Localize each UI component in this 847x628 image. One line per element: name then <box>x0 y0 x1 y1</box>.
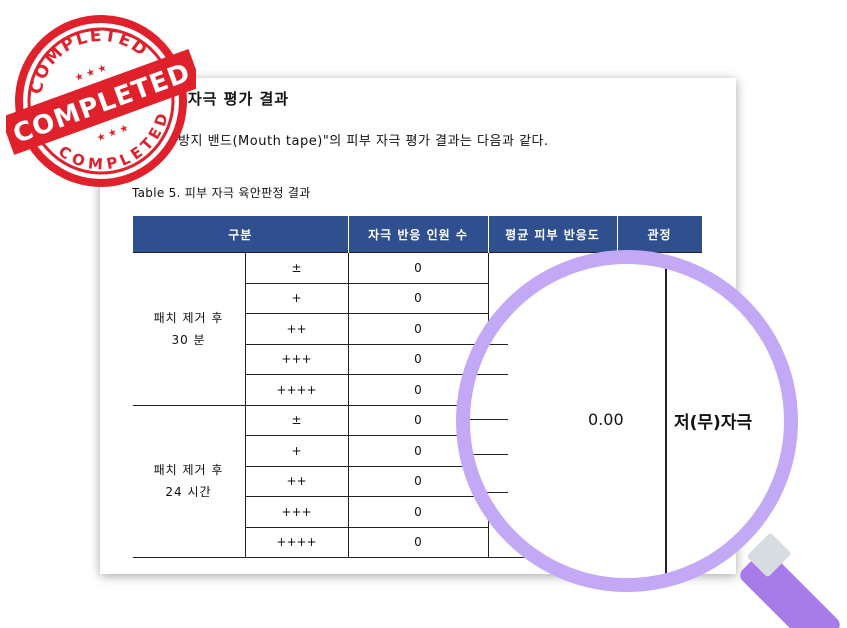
count-cell: 0 <box>347 435 489 467</box>
grade-cell: ± <box>244 252 349 284</box>
lens-row-line <box>468 492 508 493</box>
count-cell: 0 <box>347 374 489 406</box>
group-label-2: 패치 제거 후 24 시간 <box>132 404 246 558</box>
lens-row-line <box>468 454 508 455</box>
magnifier-handle <box>740 533 840 628</box>
header-mean: 평균 피부 반응도 <box>487 216 618 253</box>
header-judgement: 관정 <box>616 216 703 253</box>
count-cell: 0 <box>347 465 489 497</box>
header-category: 구분 <box>132 216 349 253</box>
count-cell: 0 <box>347 282 489 314</box>
count-cell: 0 <box>347 496 489 528</box>
lens-row-line <box>468 419 508 420</box>
grade-cell: +++ <box>244 343 349 375</box>
count-cell: 0 <box>347 404 489 436</box>
table-header-row: 구분 자극 반응 인원 수 평균 피부 반응도 관정 <box>132 216 703 253</box>
header-count: 자극 반응 인원 수 <box>347 216 489 253</box>
magnifier-lens: 0.00 저(무)자극 <box>468 262 786 580</box>
intro-text: 입마름 방지 밴드(Mouth tape)"의 피부 자극 평가 결과는 다음과… <box>136 134 549 149</box>
count-cell: 0 <box>347 252 489 284</box>
grade-cell: + <box>244 282 349 314</box>
grade-cell: + <box>244 435 349 467</box>
mean-skin-response-value: 0.00 <box>588 410 624 429</box>
lens-row-line <box>468 374 508 375</box>
lens-column-divider <box>665 262 667 580</box>
grade-cell: ++++ <box>244 374 349 406</box>
grade-cell: ++ <box>244 465 349 497</box>
grade-cell: ± <box>244 404 349 436</box>
group-label-1: 패치 제거 후 30 분 <box>132 252 246 406</box>
completed-stamp: COMPLETED COMPLETED COMPLETED ★ ★ ★ ★ ★ … <box>6 7 196 190</box>
count-cell: 0 <box>347 526 489 558</box>
judgement-value: 저(무)자극 <box>674 413 753 433</box>
lens-row-line <box>468 344 508 345</box>
grade-cell: +++ <box>244 496 349 528</box>
grade-cell: ++ <box>244 313 349 345</box>
grade-cell: ++++ <box>244 526 349 558</box>
count-cell: 0 <box>347 313 489 345</box>
count-cell: 0 <box>347 343 489 375</box>
